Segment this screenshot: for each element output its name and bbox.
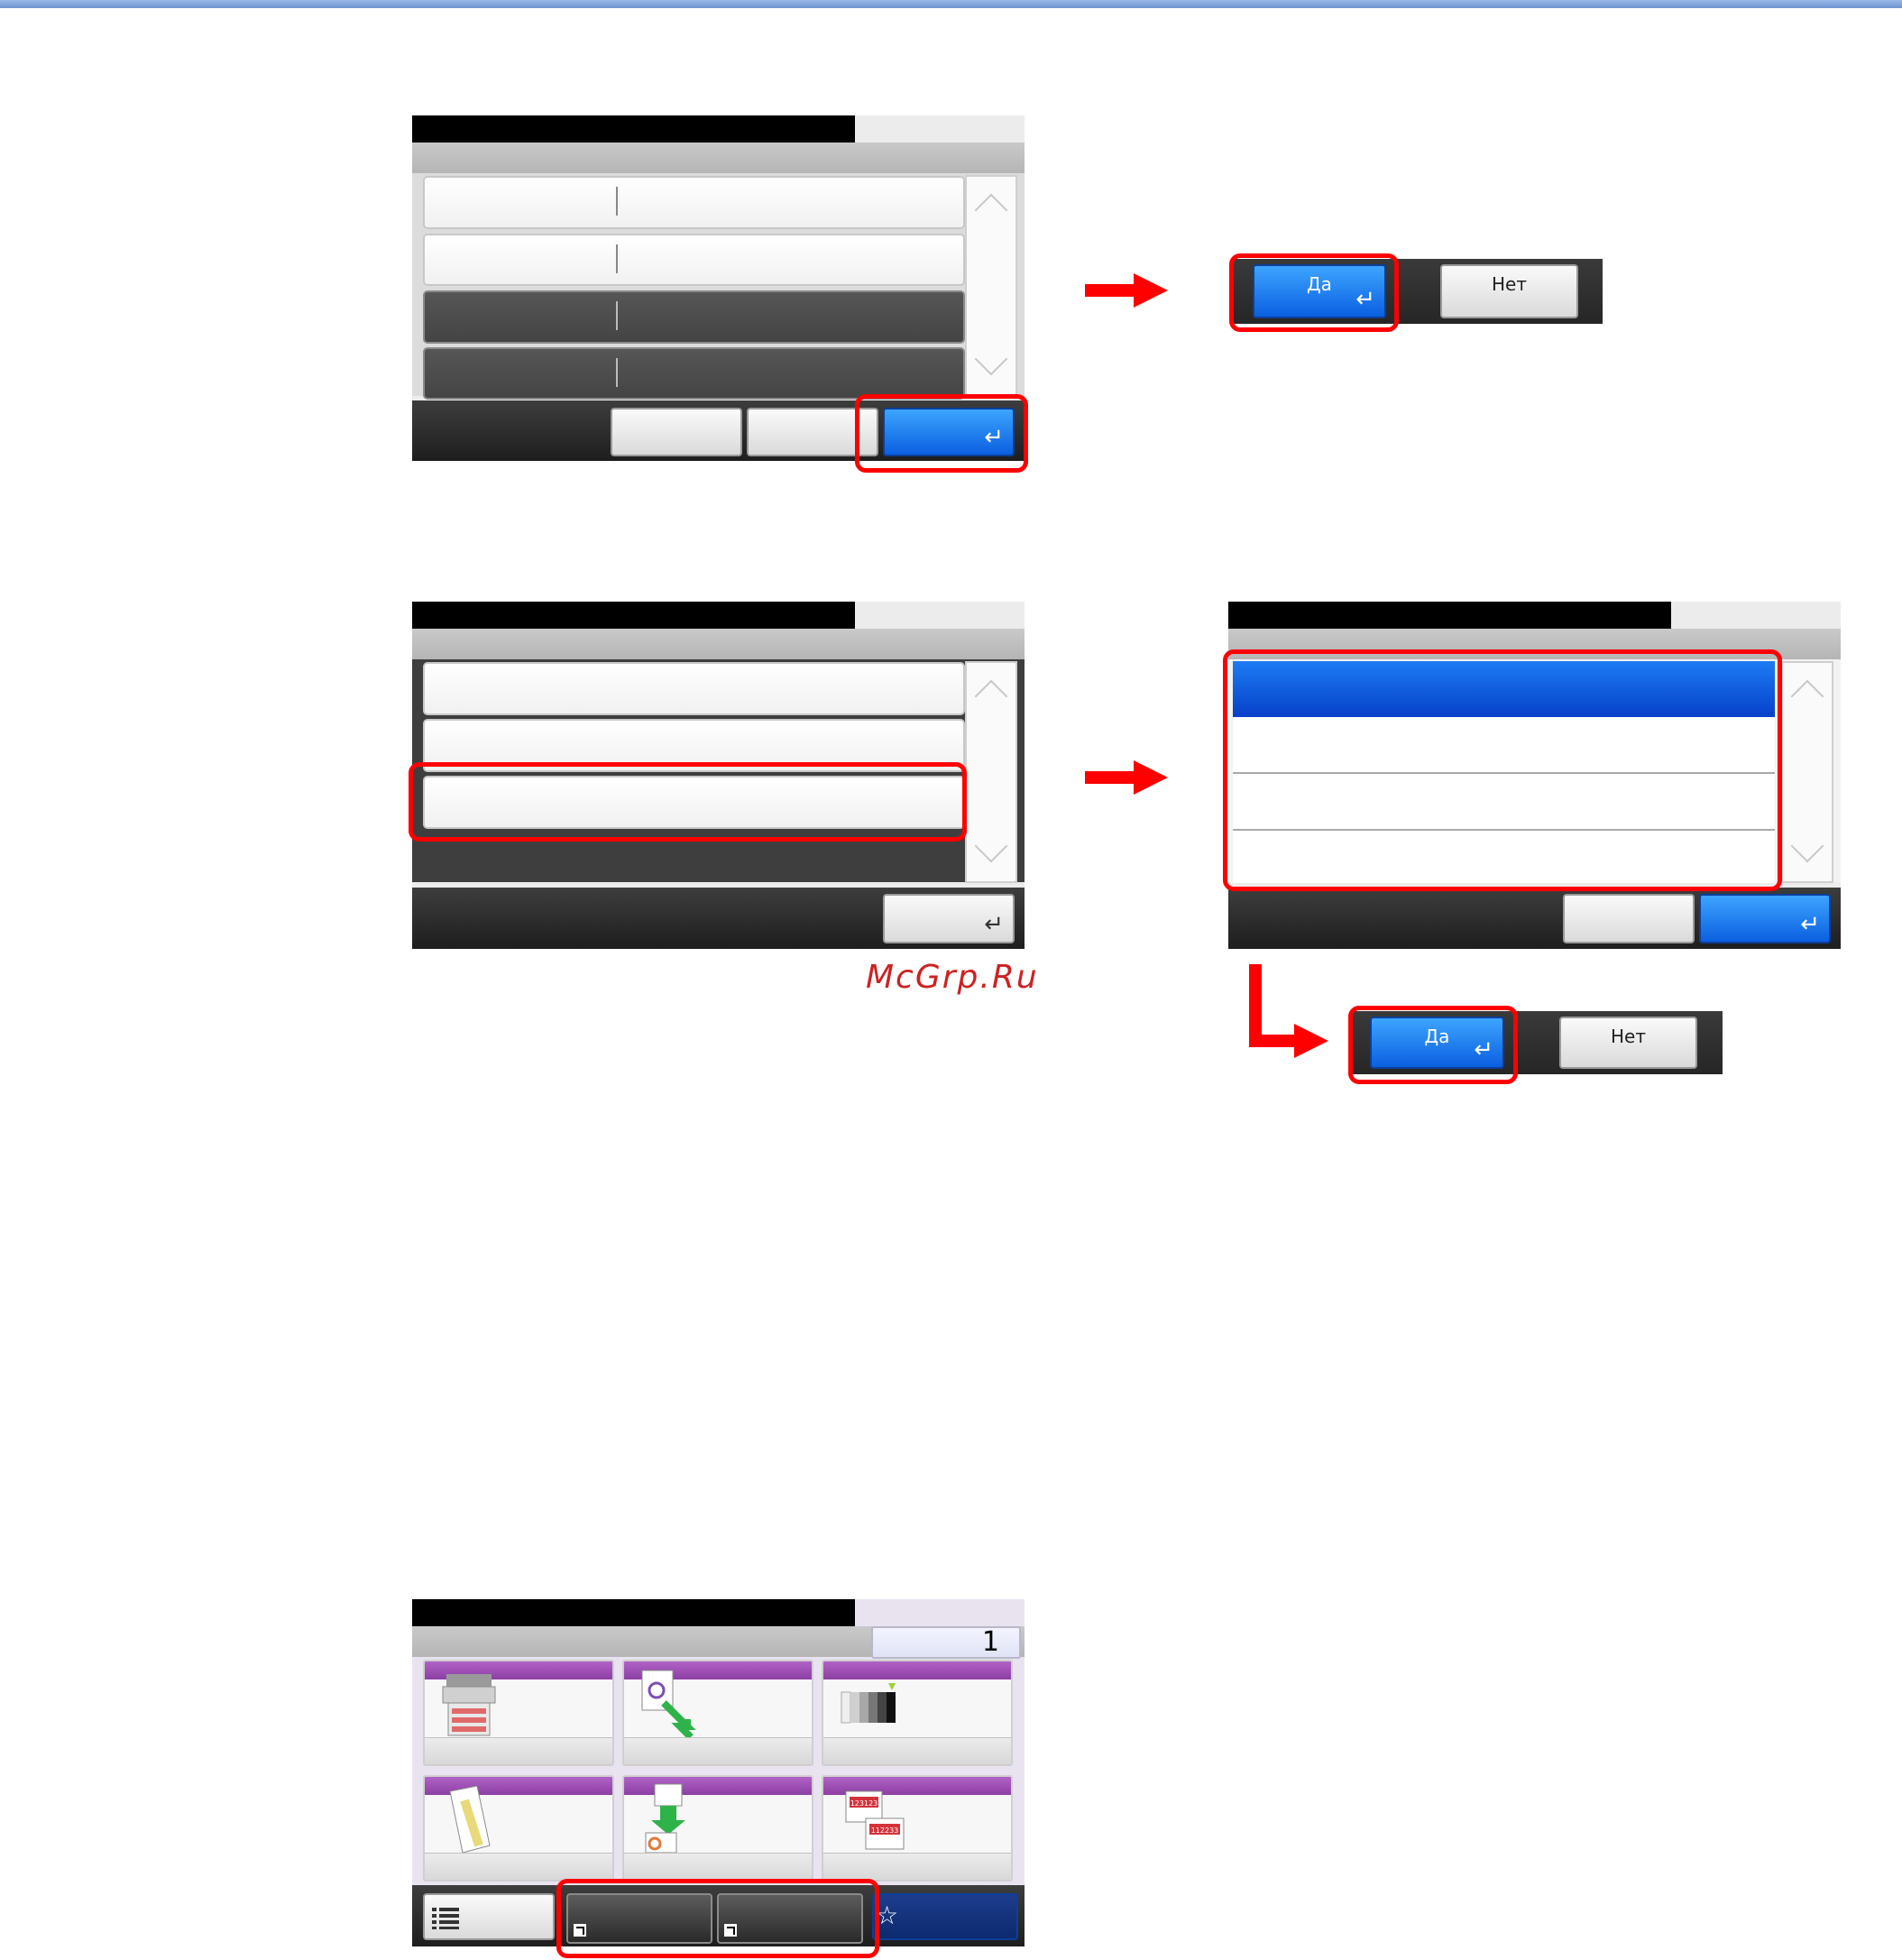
enter-icon: ↵: [1800, 911, 1820, 938]
no-button[interactable]: Нет: [1440, 264, 1578, 318]
watermark: McGrp.Ru: [866, 959, 1039, 996]
collate-icon: 123123 112233: [845, 1790, 905, 1850]
column-separator: [616, 358, 618, 387]
screen-title-bar: [412, 115, 855, 143]
screen-title-bar: [412, 602, 855, 629]
scrollbar[interactable]: [1781, 661, 1833, 883]
scrollbar[interactable]: [965, 175, 1017, 396]
function-tile[interactable]: [622, 1660, 813, 1766]
svg-text:123123: 123123: [850, 1799, 878, 1808]
list-item[interactable]: [423, 176, 965, 229]
highlight-list-item: [409, 762, 967, 842]
list-item[interactable]: [423, 347, 965, 400]
document-box-icon: [641, 1670, 696, 1739]
list-item[interactable]: [423, 234, 965, 286]
screen-title-bar: [412, 1599, 855, 1626]
highlight-yes-button: [1229, 253, 1399, 332]
scroll-up-icon[interactable]: [1790, 679, 1824, 713]
page-number: 1: [871, 1626, 1021, 1659]
favorites-button[interactable]: ☆: [872, 1893, 1018, 1940]
highlight-ok-button: [855, 394, 1028, 473]
copier-icon: [442, 1674, 496, 1736]
enter-icon: ↵: [984, 911, 1004, 938]
function-tile[interactable]: 123123 112233: [822, 1775, 1013, 1882]
ok-button[interactable]: ↵: [1699, 894, 1831, 943]
list-item[interactable]: [423, 662, 965, 715]
column-separator: [616, 301, 618, 330]
footer-button[interactable]: [611, 408, 742, 456]
highlight-yes-button: [1348, 1006, 1518, 1084]
function-tile[interactable]: [622, 1775, 813, 1882]
list-icon: [432, 1908, 459, 1929]
menu-button[interactable]: [423, 1893, 555, 1940]
close-button[interactable]: ↵: [883, 894, 1015, 943]
color-adjust-icon: [841, 1683, 896, 1724]
column-separator: [616, 244, 618, 273]
paper-icon: [449, 1785, 491, 1854]
scroll-up-icon[interactable]: [974, 193, 1008, 227]
arrow-head-icon: [1134, 273, 1168, 308]
screen-sub-bar: [412, 143, 1025, 173]
no-button[interactable]: Нет: [1559, 1017, 1697, 1069]
instruction-page: ↵ Да ↵ Нет ↵ ↵ Да ↵ Нет McGrp.Ru 1 12312…: [0, 0, 1902, 1960]
highlight-option-list: [1223, 649, 1782, 891]
svg-text:112233: 112233: [871, 1827, 899, 1835]
screen-title-bar: [1228, 602, 1671, 629]
scroll-down-icon[interactable]: [974, 829, 1008, 863]
highlight-shortcut-buttons: [556, 1879, 879, 1958]
cancel-button[interactable]: [1563, 894, 1695, 943]
arrow-right-icon: [1085, 284, 1139, 297]
scan-to-box-icon: [645, 1783, 685, 1854]
arrow-right-icon: [1085, 771, 1139, 784]
arrow-head-icon: [1294, 1024, 1328, 1058]
column-separator: [616, 187, 618, 216]
page-header-bar: [0, 0, 1902, 8]
function-tile[interactable]: [423, 1660, 614, 1766]
scroll-down-icon[interactable]: [1790, 829, 1824, 863]
arrow-head-icon: [1134, 760, 1168, 795]
scrollbar[interactable]: [965, 661, 1017, 883]
screen-sub-bar: [412, 629, 1025, 659]
function-tile[interactable]: [423, 1775, 614, 1882]
list-item[interactable]: [423, 290, 965, 344]
arrow-down-right-icon: [1249, 1035, 1299, 1047]
scroll-up-icon[interactable]: [974, 679, 1008, 713]
function-tile[interactable]: [822, 1660, 1013, 1766]
scroll-down-icon[interactable]: [974, 342, 1008, 376]
